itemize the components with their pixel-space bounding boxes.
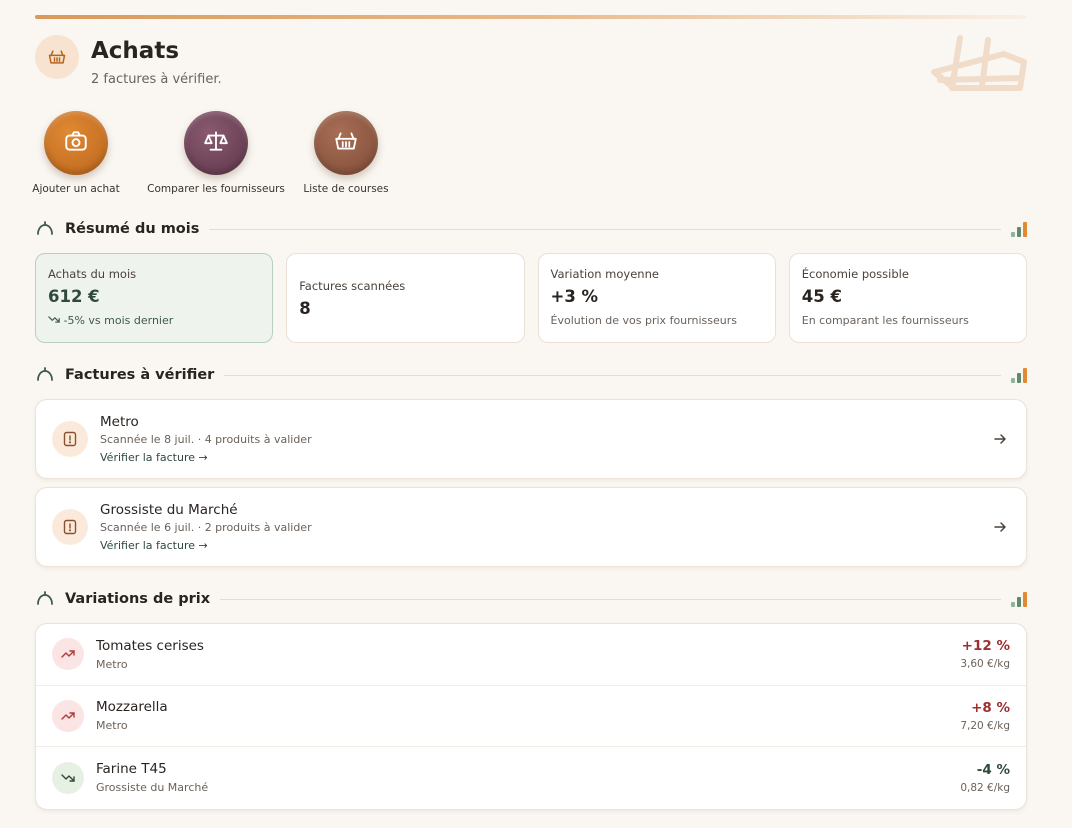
- stat-label: Économie possible: [801, 267, 909, 281]
- stat-card-monthly-purchases[interactable]: Achats du mois 612 € -5% vs mois dernier: [35, 253, 274, 343]
- page-subtitle: 2 factures à vérifier.: [91, 72, 222, 87]
- trend-down-icon: [48, 314, 64, 327]
- stat-card-possible-savings[interactable]: Économie possible 45 € En comparant les …: [788, 253, 1027, 343]
- invoice-meta: Scannée le 8 juil. · 4 produits à valide…: [100, 432, 312, 446]
- stats-row: Achats du mois 612 € -5% vs mois dernier…: [35, 253, 1027, 343]
- cloche-icon: [35, 587, 55, 611]
- stat-note: Évolution de vos prix fournisseurs: [550, 314, 737, 327]
- trend-down-icon: [52, 761, 84, 794]
- invoice-item[interactable]: Grossiste du Marché Scannée le 6 juil. ·…: [35, 487, 1027, 567]
- trend-up-icon: [52, 699, 84, 732]
- shopping-list-label: Liste de courses: [303, 183, 389, 195]
- product-name: Mozzarella: [96, 699, 168, 716]
- stat-label: Variation moyenne: [550, 267, 659, 281]
- invoice-supplier: Metro: [100, 413, 139, 430]
- page-header: Achats 2 factures à vérifier.: [35, 35, 222, 87]
- product-supplier: Grossiste du Marché: [96, 781, 209, 795]
- add-purchase-label: Ajouter un achat: [32, 183, 120, 195]
- section-invoices-header: Factures à vérifier: [35, 365, 1027, 385]
- compare-suppliers-label: Comparer les fournisseurs: [147, 183, 285, 195]
- shopping-list-button[interactable]: Liste de courses: [303, 111, 389, 195]
- stat-value: 8: [299, 298, 311, 318]
- stat-value: +3 %: [550, 287, 599, 306]
- stat-label: Factures scannées: [299, 278, 406, 293]
- divider: [220, 598, 1001, 600]
- section-prices-header: Variations de prix: [35, 589, 1027, 609]
- price-change: +8 %: [971, 699, 1010, 716]
- top-accent-line: [35, 15, 1027, 19]
- cloche-icon: [35, 217, 55, 241]
- alert-document-icon: [52, 421, 88, 457]
- product-supplier: Metro: [96, 657, 128, 671]
- invoice-item[interactable]: Metro Scannée le 8 juil. · 4 produits à …: [35, 399, 1027, 479]
- cart-decoration-icon: [930, 32, 1030, 96]
- page-title: Achats: [91, 38, 180, 64]
- unit-price: 3,60 €/kg: [960, 658, 1010, 671]
- basket-icon: [35, 35, 79, 79]
- divider: [209, 228, 1001, 230]
- price-change: +12 %: [961, 638, 1010, 655]
- cloche-icon: [35, 363, 55, 387]
- arrow-right-icon[interactable]: [990, 429, 1010, 449]
- compare-suppliers-button[interactable]: Comparer les fournisseurs: [147, 111, 285, 195]
- verify-invoice-link[interactable]: Vérifier la facture →: [100, 539, 208, 552]
- stat-value: 612 €: [48, 287, 100, 306]
- section-summary-title: Résumé du mois: [65, 221, 200, 237]
- section-invoices-title: Factures à vérifier: [65, 367, 215, 383]
- stat-value: 45 €: [801, 287, 842, 306]
- price-change: -4 %: [976, 761, 1010, 778]
- product-supplier: Metro: [96, 719, 128, 733]
- invoice-meta: Scannée le 6 juil. · 2 produits à valide…: [100, 520, 312, 534]
- camera-icon: [63, 128, 89, 158]
- section-prices-title: Variations de prix: [65, 591, 211, 607]
- divider: [224, 374, 1001, 376]
- section-summary-header: Résumé du mois: [35, 219, 1027, 239]
- product-name: Farine T45: [96, 761, 167, 778]
- list-item[interactable]: Farine T45 Grossiste du Marché -4 % 0,82…: [36, 747, 1026, 809]
- stat-card-scanned-invoices[interactable]: Factures scannées 8: [286, 253, 525, 343]
- stat-note: En comparant les fournisseurs: [801, 314, 969, 327]
- bars-icon: [1011, 367, 1027, 383]
- trend-up-icon: [52, 638, 84, 671]
- stat-note: -5% vs mois dernier: [48, 314, 260, 327]
- product-name: Tomates cerises: [96, 637, 204, 654]
- unit-price: 0,82 €/kg: [960, 781, 1010, 794]
- bars-icon: [1011, 591, 1027, 607]
- unit-price: 7,20 €/kg: [960, 719, 1010, 732]
- scale-icon: [203, 128, 229, 158]
- basket-icon: [333, 128, 359, 158]
- bars-icon: [1011, 221, 1027, 237]
- invoice-supplier: Grossiste du Marché: [100, 501, 238, 518]
- stat-card-average-variation[interactable]: Variation moyenne +3 % Évolution de vos …: [537, 253, 776, 343]
- list-item[interactable]: Mozzarella Metro +8 % 7,20 €/kg: [36, 686, 1026, 748]
- add-purchase-button[interactable]: Ajouter un achat: [32, 111, 120, 195]
- quick-actions: Ajouter un achat Comparer les fournisseu…: [32, 111, 389, 195]
- verify-invoice-link[interactable]: Vérifier la facture →: [100, 451, 208, 464]
- list-item[interactable]: Tomates cerises Metro +12 % 3,60 €/kg: [36, 624, 1026, 686]
- price-variations-list: Tomates cerises Metro +12 % 3,60 €/kg Mo…: [35, 623, 1027, 810]
- arrow-right-icon[interactable]: [990, 517, 1010, 537]
- stat-label: Achats du mois: [48, 267, 137, 281]
- alert-document-icon: [52, 509, 88, 545]
